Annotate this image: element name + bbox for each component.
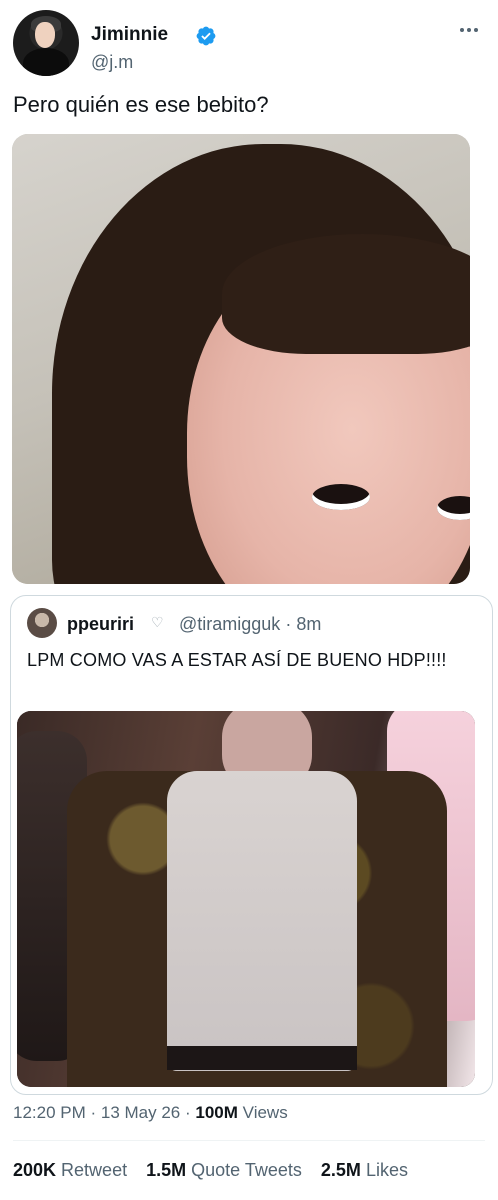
tweet-header: Jiminnie @j.m <box>13 10 485 80</box>
tweet-stats: 200K Retweet 1.5M Quote Tweets 2.5M Like… <box>13 1160 422 1181</box>
views-count: 100M <box>195 1103 238 1122</box>
photo-bangs <box>222 234 470 354</box>
tweet-time[interactable]: 12:20 PM <box>13 1103 86 1122</box>
quote-tweets-label: Quote Tweets <box>191 1160 302 1180</box>
views-label: Views <box>242 1103 288 1122</box>
quoted-photo-tank-top <box>167 771 357 1071</box>
quoted-author-avatar[interactable] <box>27 608 57 638</box>
quoted-author-display-name[interactable]: ppeuriri <box>67 614 134 635</box>
quoted-author-name-emoji: ♡ <box>151 614 164 630</box>
tweet-photo[interactable] <box>12 134 470 584</box>
quoted-photo-belt <box>167 1046 357 1070</box>
quote-tweets-count: 1.5M <box>146 1160 187 1180</box>
tweet-detail-page: Jiminnie @j.m Pero quién es ese bebito? … <box>0 0 498 1200</box>
quoted-tweet-photo[interactable] <box>17 711 475 1087</box>
likes-label: Likes <box>365 1160 408 1180</box>
tweet-date[interactable]: · 13 May 26 · <box>91 1103 191 1122</box>
verified-badge-icon <box>196 26 216 46</box>
more-options-icon[interactable] <box>457 24 481 36</box>
quoted-tweet-time: · 8m <box>285 614 322 634</box>
retweets-count: 200K <box>13 1160 57 1180</box>
photo-eye-left <box>312 484 370 510</box>
quoted-tweet-text: LPM COMO VAS A ESTAR ASÍ DE BUENO HDP!!!… <box>27 650 447 670</box>
quoted-author-handle[interactable]: @tiramigguk <box>179 614 280 634</box>
retweets-label: Retweet <box>61 1160 128 1180</box>
author-display-name[interactable]: Jiminnie <box>91 24 168 46</box>
quote-tweets-stat[interactable]: 1.5M Quote Tweets <box>146 1160 302 1180</box>
quoted-author-handle-time[interactable]: @tiramigguk · 8m <box>179 614 321 635</box>
retweets-stat[interactable]: 200K Retweet <box>13 1160 127 1180</box>
likes-stat[interactable]: 2.5M Likes <box>321 1160 408 1180</box>
avatar-face <box>35 22 55 48</box>
tweet-timestamp: 12:20 PM · 13 May 26 · 100M Views <box>13 1103 288 1123</box>
avatar-body <box>23 48 69 76</box>
tweet-text: Pero quién es ese bebito? <box>13 92 269 117</box>
author-handle[interactable]: @j.m <box>91 52 133 73</box>
likes-count: 2.5M <box>320 1160 361 1180</box>
author-avatar[interactable] <box>13 10 79 76</box>
divider <box>13 1140 485 1141</box>
quoted-tweet-card[interactable]: ppeuriri ♡ @tiramigguk · 8m LPM COMO VAS… <box>10 595 493 1095</box>
